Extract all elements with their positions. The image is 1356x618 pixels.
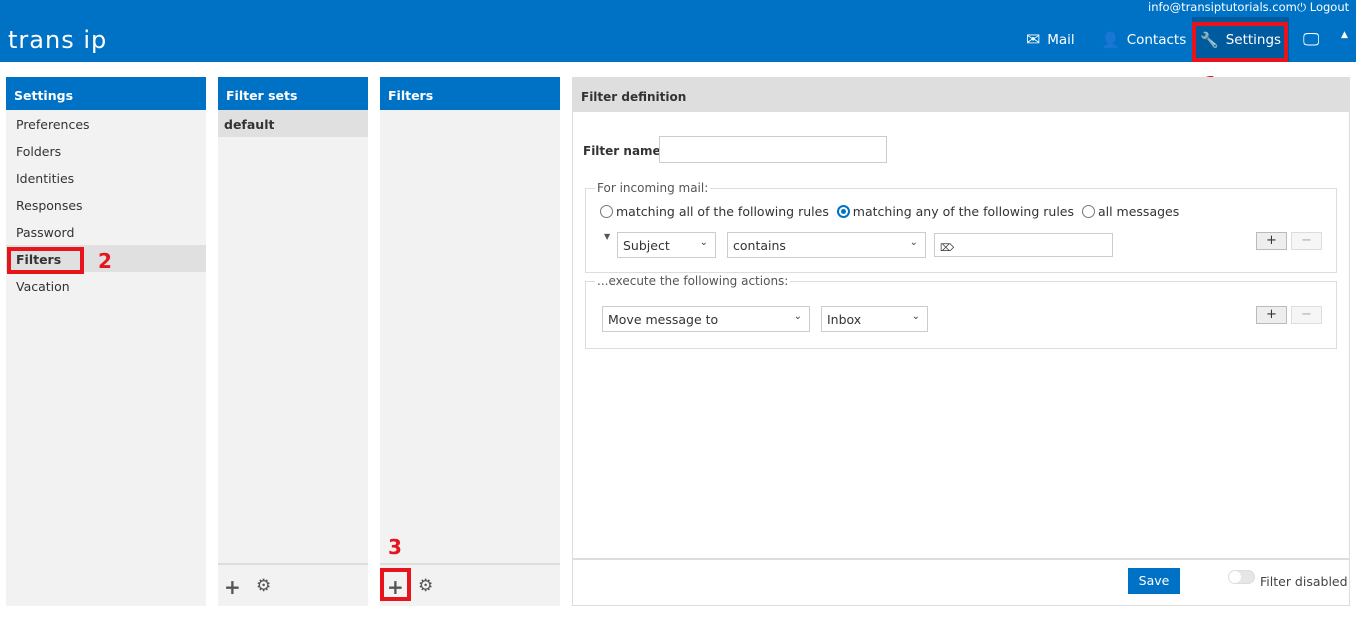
person-icon: 👤 bbox=[1101, 30, 1120, 49]
filter-definition-panel: Filter definition Filter name: For incom… bbox=[572, 77, 1350, 606]
annotation-box-3 bbox=[380, 568, 411, 601]
rule-value-input[interactable]: ⌦ bbox=[934, 233, 1113, 257]
filter-name-input[interactable] bbox=[659, 136, 887, 163]
remove-action-button[interactable]: − bbox=[1291, 306, 1322, 324]
filters-title: Filters bbox=[380, 77, 560, 110]
settings-title: Settings bbox=[6, 77, 206, 110]
filter-set-default[interactable]: default bbox=[218, 110, 368, 137]
logout-link[interactable]: ⏻ Logout bbox=[1297, 0, 1349, 15]
gear-icon[interactable]: ⚙ bbox=[256, 576, 271, 596]
filter-enabled-toggle[interactable] bbox=[1228, 570, 1255, 584]
caret-up-icon[interactable]: ▲ bbox=[1341, 30, 1348, 40]
add-filter-set-icon[interactable]: + bbox=[224, 575, 241, 599]
radio-match-any[interactable]: matching any of the following rules bbox=[836, 204, 1074, 219]
power-icon: ⏻ bbox=[1297, 0, 1307, 14]
settings-item-vacation[interactable]: Vacation bbox=[6, 272, 206, 299]
actions-fieldset: ...execute the following actions: Move m… bbox=[585, 274, 1337, 349]
gear-icon[interactable]: ⚙ bbox=[418, 576, 433, 596]
annotation-box-2 bbox=[7, 247, 84, 274]
settings-panel: Settings Preferences Folders Identities … bbox=[6, 77, 206, 606]
transip-logo: trans ip bbox=[8, 26, 108, 54]
annotation-3: 3 bbox=[388, 535, 402, 559]
settings-item-preferences[interactable]: Preferences bbox=[6, 110, 206, 137]
settings-item-identities[interactable]: Identities bbox=[6, 164, 206, 191]
radio-match-all[interactable]: matching all of the following rules bbox=[600, 204, 829, 219]
user-email: info@transiptutorials.com bbox=[1148, 0, 1297, 14]
radio-all-messages[interactable]: all messages bbox=[1081, 204, 1179, 219]
envelope-icon: ✉ bbox=[1026, 29, 1041, 50]
incoming-legend: For incoming mail: bbox=[595, 181, 711, 195]
filter-name-label: Filter name: bbox=[583, 144, 666, 158]
rule-expand-icon[interactable]: ▼ bbox=[604, 232, 610, 241]
nav-contacts[interactable]: 👤 Contacts bbox=[1093, 17, 1194, 62]
action-select[interactable]: Move message to ⌄ bbox=[602, 306, 810, 332]
add-action-button[interactable]: + bbox=[1256, 306, 1287, 324]
rule-operator-select[interactable]: contains ⌄ bbox=[727, 232, 926, 258]
settings-item-folders[interactable]: Folders bbox=[6, 137, 206, 164]
nav-mail[interactable]: ✉ Mail bbox=[1018, 17, 1083, 62]
filter-definition-title: Filter definition bbox=[573, 78, 1349, 112]
incoming-mail-fieldset: For incoming mail: matching all of the f… bbox=[585, 181, 1337, 273]
settings-item-responses[interactable]: Responses bbox=[6, 191, 206, 218]
filter-disabled-label: Filter disabled bbox=[1260, 574, 1348, 589]
settings-item-password[interactable]: Password bbox=[6, 218, 206, 245]
rule-field-select[interactable]: Subject ⌄ bbox=[617, 232, 716, 258]
monitor-icon[interactable]: 🖵 bbox=[1303, 30, 1319, 50]
action-target-select[interactable]: Inbox ⌄ bbox=[821, 306, 928, 332]
remove-rule-button[interactable]: − bbox=[1291, 232, 1322, 250]
app-header: trans ip info@transiptutorials.com ⏻ Log… bbox=[0, 0, 1356, 62]
filters-panel: Filters 3 + ⚙ bbox=[380, 77, 560, 606]
annotation-2: 2 bbox=[98, 249, 112, 273]
annotation-box-1 bbox=[1192, 22, 1288, 62]
clear-icon: ⌦ bbox=[940, 243, 955, 254]
filter-sets-title: Filter sets bbox=[218, 77, 368, 110]
filter-sets-panel: Filter sets default + ⚙ bbox=[218, 77, 368, 606]
add-rule-button[interactable]: + bbox=[1256, 232, 1287, 250]
save-button[interactable]: Save bbox=[1128, 568, 1180, 594]
actions-legend: ...execute the following actions: bbox=[595, 274, 791, 288]
